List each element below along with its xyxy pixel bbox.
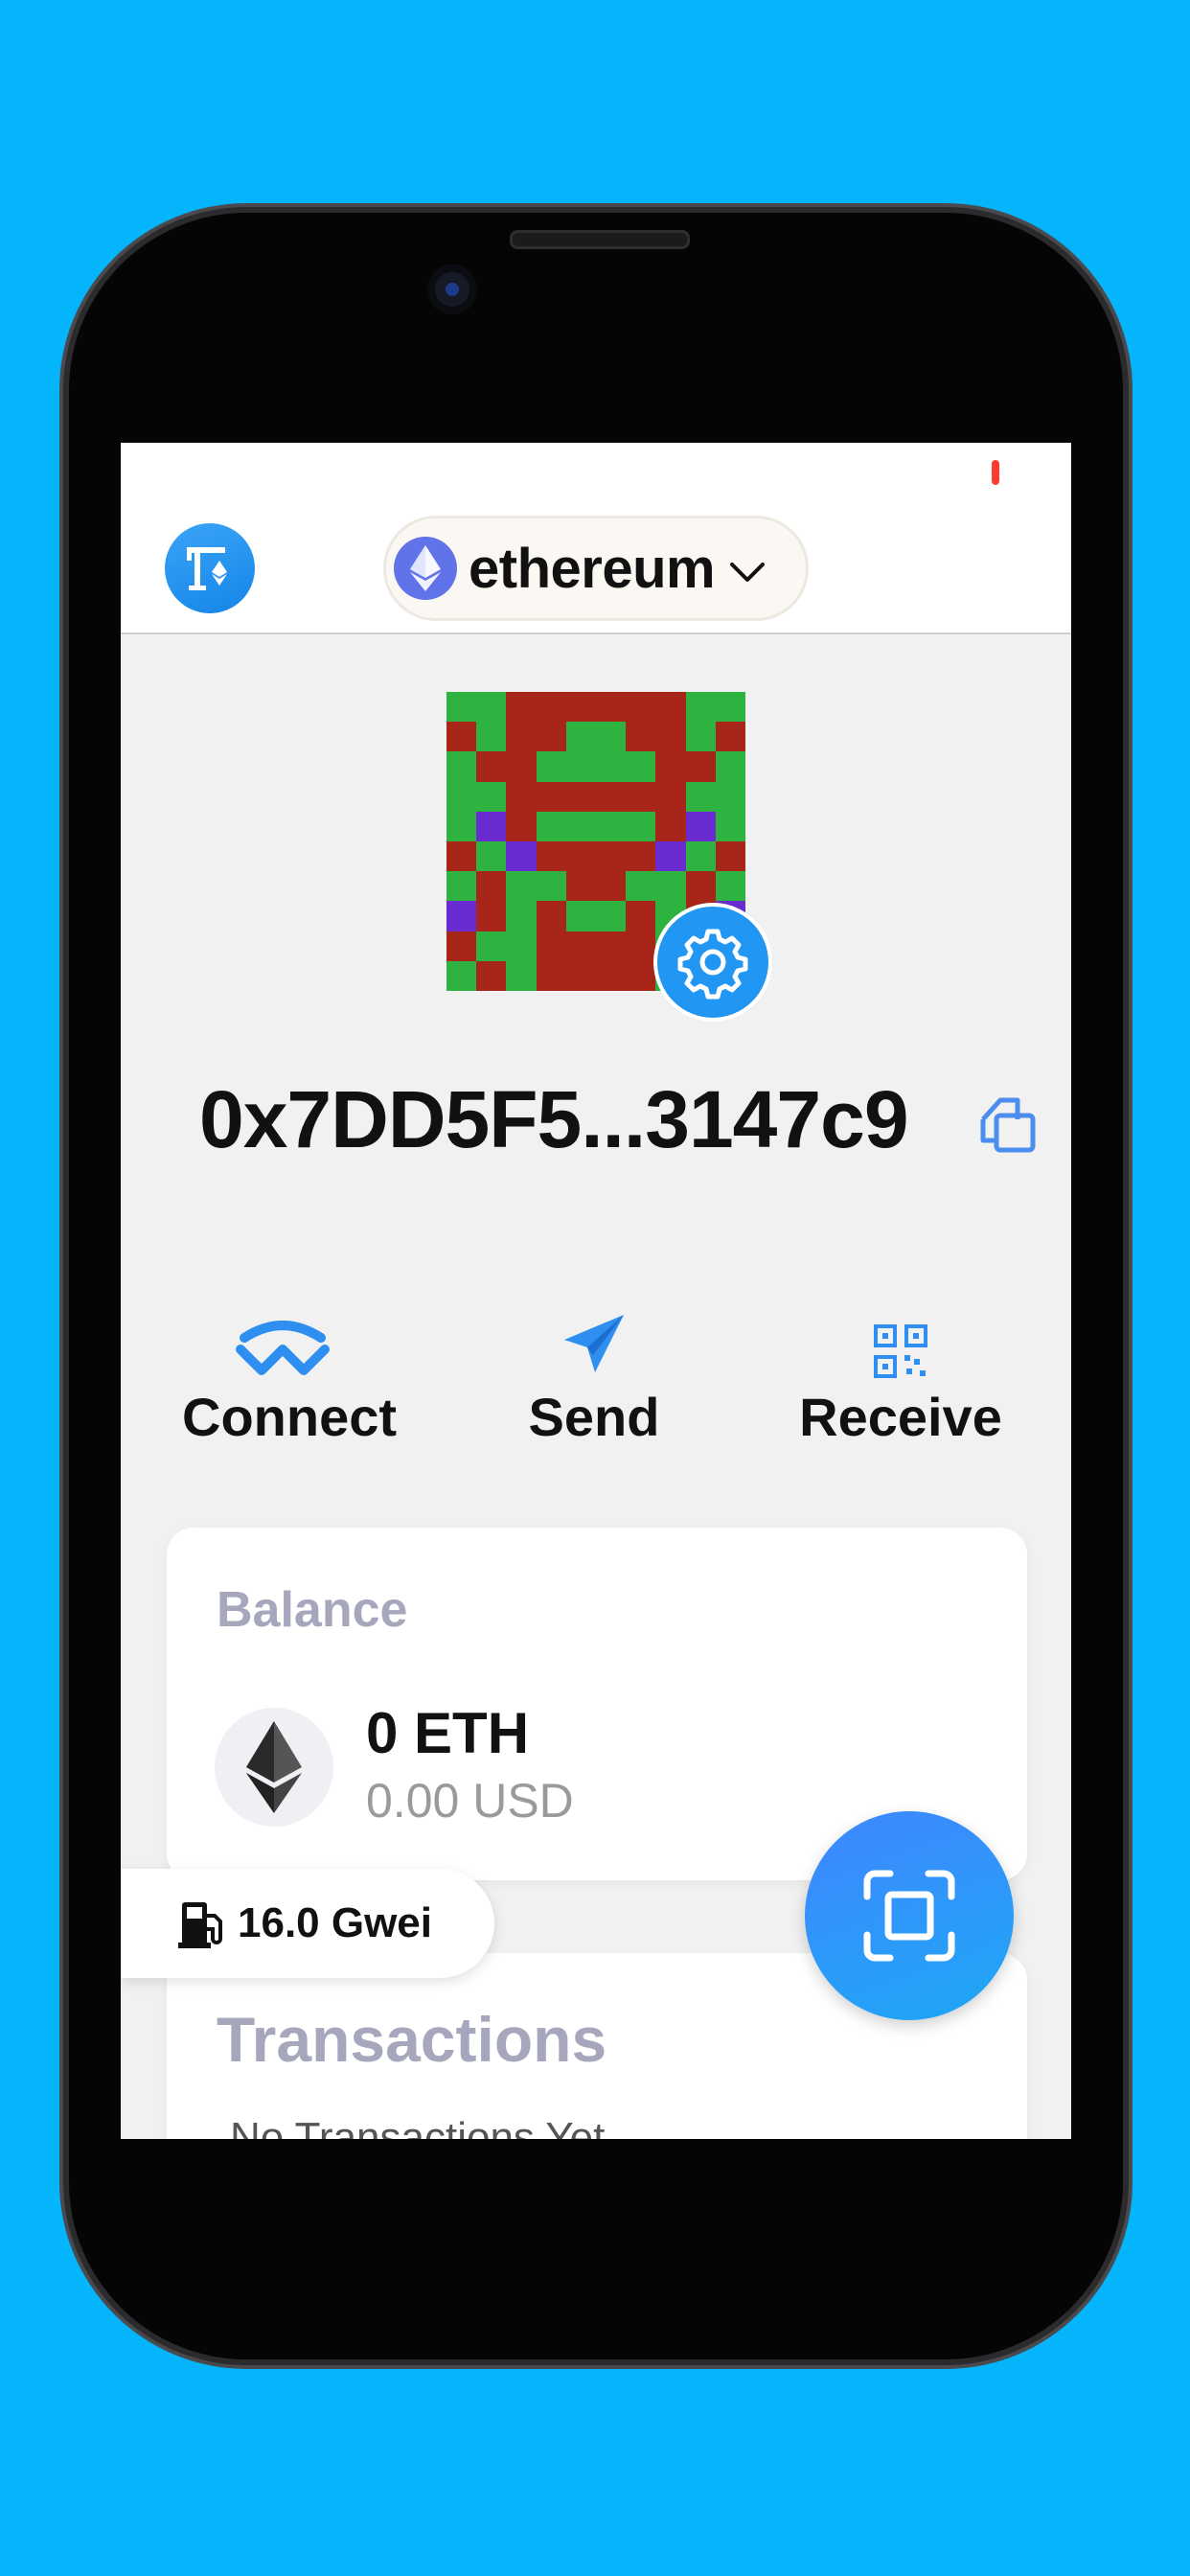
crane-icon xyxy=(187,547,227,590)
paper-plane-icon xyxy=(564,1315,624,1372)
connect-label: Connect xyxy=(182,1387,397,1447)
recording-indicator xyxy=(992,460,999,485)
avatar-settings-button[interactable] xyxy=(653,903,772,1022)
network-name: ethereum xyxy=(469,537,716,600)
ethereum-icon xyxy=(394,537,457,600)
wallet-address[interactable]: 0x7DD5F5...3147c9 xyxy=(199,1073,909,1166)
gas-price-value: 16.0 Gwei xyxy=(238,1899,433,1946)
walletconnect-icon xyxy=(236,1321,330,1375)
app-screen: ethereum 0x7DD5F5...3147c9 Connect Send … xyxy=(121,443,1071,2139)
transactions-empty-text: No Transactions Yet xyxy=(230,2114,606,2139)
send-label: Send xyxy=(528,1387,660,1447)
gas-price-indicator[interactable]: 16.0 Gwei xyxy=(121,1869,494,1978)
receive-button[interactable]: Receive xyxy=(795,1298,1006,1448)
connect-button[interactable]: Connect xyxy=(182,1298,397,1448)
app-logo-button[interactable] xyxy=(165,523,255,613)
front-camera xyxy=(427,264,477,314)
transactions-title: Transactions xyxy=(217,2004,607,2075)
top-bar: ethereum xyxy=(121,443,1071,634)
scan-qr-button[interactable] xyxy=(805,1811,1014,2020)
send-button[interactable]: Send xyxy=(508,1298,680,1448)
eth-token-icon xyxy=(215,1708,333,1827)
receive-label: Receive xyxy=(799,1387,1002,1447)
earpiece-speaker xyxy=(510,230,690,249)
network-selector[interactable]: ethereum xyxy=(383,516,809,621)
gas-pump-icon xyxy=(178,1902,222,1948)
balance-fiat-value: 0.00 USD xyxy=(366,1774,574,1828)
copy-icon[interactable] xyxy=(975,1091,1042,1158)
qr-code-icon xyxy=(874,1324,927,1378)
gear-icon xyxy=(677,929,748,1000)
balance-amount: 0 ETH xyxy=(366,1701,530,1765)
balance-label: Balance xyxy=(217,1582,408,1638)
scan-icon xyxy=(863,1870,955,1962)
chevron-down-icon xyxy=(730,563,766,582)
